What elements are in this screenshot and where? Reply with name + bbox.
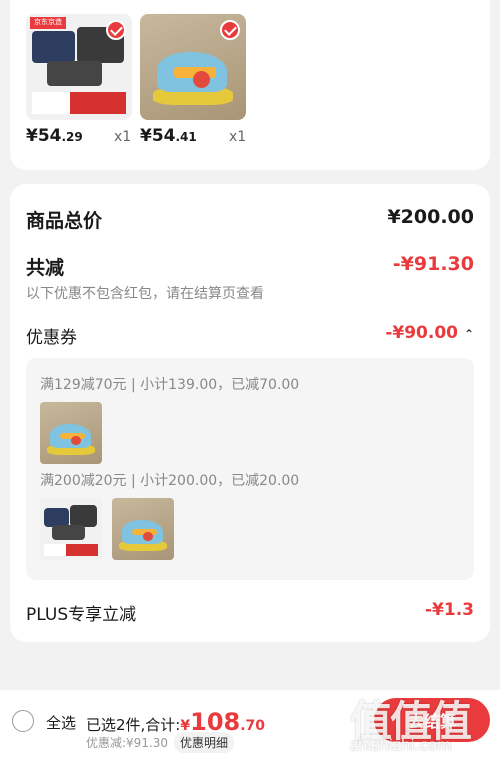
reduce-value: -¥91.30 — [392, 253, 474, 275]
coupon-details: 满129减70元 | 小计139.00，已减70.00 满200减20元 | 小… — [26, 358, 474, 580]
product-price: ¥54.41 — [140, 126, 197, 146]
coupon-product-thumbnail[interactable] — [112, 498, 174, 560]
selected-check-icon[interactable] — [106, 20, 126, 40]
plus-value: -¥1.3 — [425, 600, 474, 620]
product-thumbnail-shoes[interactable] — [140, 14, 246, 120]
total-summary: 已选2件,合计:¥108.70 — [86, 708, 266, 736]
product-price: ¥54.29 — [26, 126, 83, 146]
select-all-radio[interactable] — [12, 710, 34, 732]
plus-label: PLUS专享立减 — [26, 605, 137, 625]
brand-logo: 京东京造 — [30, 17, 67, 29]
coupon-rule: 满200减20元 | 小计200.00，已减20.00 — [40, 473, 300, 489]
coupon-rule: 满129减70元 | 小计139.00，已减70.00 — [40, 377, 300, 393]
total-label: 商品总价 — [26, 210, 103, 232]
discount-note: 以下优惠不包含红包，请在结算页查看 — [26, 286, 264, 302]
price-summary-card: 商品总价 ¥200.00 共减 -¥91.30 以下优惠不包含红包，请在结算页查… — [10, 184, 490, 642]
total-value: ¥200.00 — [387, 206, 474, 228]
reduce-label: 共减 — [26, 257, 65, 279]
selected-check-icon[interactable] — [220, 20, 240, 40]
coupon-label: 优惠券 — [26, 328, 77, 348]
chevron-up-icon: ⌃ — [463, 327, 474, 341]
coupon-value: -¥90.00 — [385, 323, 459, 343]
checkout-button[interactable]: 去结算 — [374, 698, 490, 742]
discount-detail-button[interactable]: 优惠明细 — [174, 732, 235, 753]
coupon-product-thumbnail[interactable] — [40, 402, 102, 464]
product-card: 京东京造 ¥54.29 x1 ¥54.41 x1 — [10, 0, 490, 170]
product-thumbnail-pants[interactable]: 京东京造 — [26, 14, 132, 120]
coupon-product-thumbnail[interactable] — [40, 498, 102, 560]
product-quantity: x1 — [229, 129, 247, 145]
discount-summary: 优惠减:¥91.30 — [86, 736, 169, 750]
coupon-toggle[interactable]: -¥90.00 ⌃ — [385, 323, 474, 343]
checkout-bar: 全选 已选2件,合计:¥108.70 优惠减:¥91.30 优惠明细 去结算 — [0, 690, 500, 768]
select-all-label[interactable]: 全选 — [46, 712, 76, 733]
product-quantity: x1 — [114, 129, 132, 145]
